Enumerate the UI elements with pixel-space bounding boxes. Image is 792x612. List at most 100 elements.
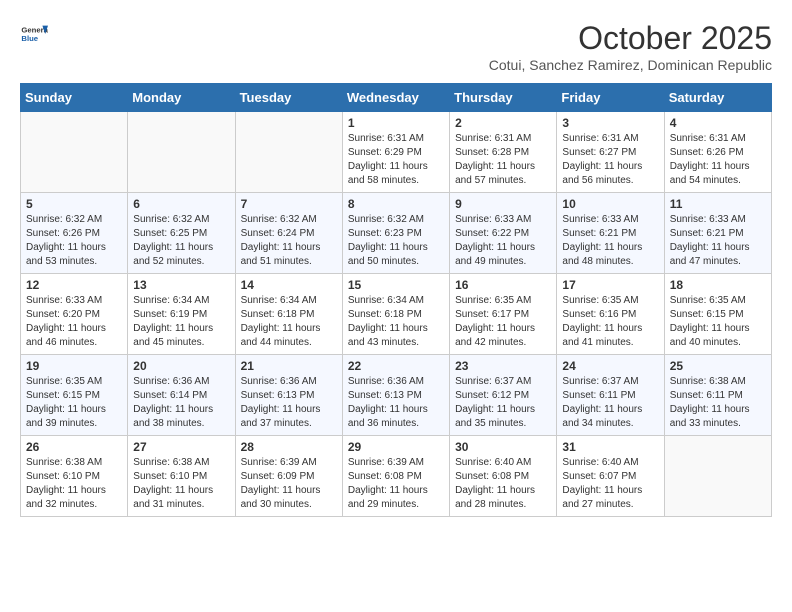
day-info: Sunrise: 6:38 AMSunset: 6:10 PMDaylight:… bbox=[133, 456, 229, 512]
day-number: 14 bbox=[241, 278, 337, 292]
logo: General Blue bbox=[20, 20, 48, 48]
day-info: Sunrise: 6:38 AMSunset: 6:11 PMDaylight:… bbox=[670, 375, 766, 431]
calendar-week-row: 26 Sunrise: 6:38 AMSunset: 6:10 PMDayligh… bbox=[21, 436, 772, 517]
calendar-cell: 1Sunrise: 6:31 AMSunset: 6:29 PMDaylight… bbox=[342, 112, 449, 193]
svg-text:Blue: Blue bbox=[21, 34, 38, 43]
weekday-header: Wednesday bbox=[342, 84, 449, 112]
day-number: 28 bbox=[241, 440, 337, 454]
calendar-cell: 18 Sunrise: 6:35 AMSunset: 6:15 PMDayligh… bbox=[664, 274, 771, 355]
logo-icon: General Blue bbox=[20, 20, 48, 48]
day-info: Sunrise: 6:31 AMSunset: 6:27 PMDaylight:… bbox=[562, 132, 658, 188]
day-number: 10 bbox=[562, 197, 658, 211]
calendar-cell: 19 Sunrise: 6:35 AMSunset: 6:15 PMDayligh… bbox=[21, 355, 128, 436]
day-info: Sunrise: 6:32 AMSunset: 6:24 PMDaylight:… bbox=[241, 213, 337, 269]
day-info: Sunrise: 6:32 AMSunset: 6:23 PMDaylight:… bbox=[348, 213, 444, 269]
day-info: Sunrise: 6:37 AMSunset: 6:11 PMDaylight:… bbox=[562, 375, 658, 431]
weekday-header: Saturday bbox=[664, 84, 771, 112]
day-info: Sunrise: 6:33 AMSunset: 6:22 PMDaylight:… bbox=[455, 213, 551, 269]
calendar-cell: 13 Sunrise: 6:34 AMSunset: 6:19 PMDayligh… bbox=[128, 274, 235, 355]
day-number: 17 bbox=[562, 278, 658, 292]
calendar-cell: 24 Sunrise: 6:37 AMSunset: 6:11 PMDayligh… bbox=[557, 355, 664, 436]
weekday-header: Friday bbox=[557, 84, 664, 112]
calendar-cell: 31 Sunrise: 6:40 AMSunset: 6:07 PMDayligh… bbox=[557, 436, 664, 517]
calendar-week-row: 1Sunrise: 6:31 AMSunset: 6:29 PMDaylight… bbox=[21, 112, 772, 193]
weekday-header: Sunday bbox=[21, 84, 128, 112]
calendar-cell: 20 Sunrise: 6:36 AMSunset: 6:14 PMDayligh… bbox=[128, 355, 235, 436]
day-number: 18 bbox=[670, 278, 766, 292]
calendar-cell: 22 Sunrise: 6:36 AMSunset: 6:13 PMDayligh… bbox=[342, 355, 449, 436]
calendar-cell: 25 Sunrise: 6:38 AMSunset: 6:11 PMDayligh… bbox=[664, 355, 771, 436]
day-info: Sunrise: 6:33 AMSunset: 6:21 PMDaylight:… bbox=[562, 213, 658, 269]
day-number: 22 bbox=[348, 359, 444, 373]
calendar-cell: 8 Sunrise: 6:32 AMSunset: 6:23 PMDaylight… bbox=[342, 193, 449, 274]
calendar-cell: 9Sunrise: 6:33 AMSunset: 6:22 PMDaylight… bbox=[450, 193, 557, 274]
calendar-cell: 28Sunrise: 6:39 AMSunset: 6:09 PMDayligh… bbox=[235, 436, 342, 517]
calendar-cell bbox=[21, 112, 128, 193]
month-title: October 2025 bbox=[489, 20, 772, 57]
day-number: 6 bbox=[133, 197, 229, 211]
page-header: General Blue October 2025 Cotui, Sanchez… bbox=[20, 20, 772, 73]
day-info: Sunrise: 6:31 AMSunset: 6:28 PMDaylight:… bbox=[455, 132, 551, 188]
calendar-cell: 11 Sunrise: 6:33 AMSunset: 6:21 PMDayligh… bbox=[664, 193, 771, 274]
day-number: 29 bbox=[348, 440, 444, 454]
day-number: 1 bbox=[348, 116, 444, 130]
day-number: 15 bbox=[348, 278, 444, 292]
day-info: Sunrise: 6:35 AMSunset: 6:15 PMDaylight:… bbox=[670, 294, 766, 350]
calendar-table: SundayMondayTuesdayWednesdayThursdayFrid… bbox=[20, 83, 772, 517]
calendar-cell bbox=[664, 436, 771, 517]
calendar-cell: 29Sunrise: 6:39 AMSunset: 6:08 PMDayligh… bbox=[342, 436, 449, 517]
weekday-header: Tuesday bbox=[235, 84, 342, 112]
day-number: 3 bbox=[562, 116, 658, 130]
calendar-cell: 21 Sunrise: 6:36 AMSunset: 6:13 PMDayligh… bbox=[235, 355, 342, 436]
calendar-cell: 15Sunrise: 6:34 AMSunset: 6:18 PMDayligh… bbox=[342, 274, 449, 355]
calendar-week-row: 5Sunrise: 6:32 AMSunset: 6:26 PMDaylight… bbox=[21, 193, 772, 274]
calendar-cell: 16Sunrise: 6:35 AMSunset: 6:17 PMDayligh… bbox=[450, 274, 557, 355]
calendar-cell: 10 Sunrise: 6:33 AMSunset: 6:21 PMDayligh… bbox=[557, 193, 664, 274]
location-subtitle: Cotui, Sanchez Ramirez, Dominican Republ… bbox=[489, 57, 772, 73]
day-info: Sunrise: 6:35 AMSunset: 6:15 PMDaylight:… bbox=[26, 375, 122, 431]
day-info: Sunrise: 6:33 AMSunset: 6:20 PMDaylight:… bbox=[26, 294, 122, 350]
calendar-cell bbox=[235, 112, 342, 193]
day-info: Sunrise: 6:32 AMSunset: 6:26 PMDaylight:… bbox=[26, 213, 122, 269]
day-number: 11 bbox=[670, 197, 766, 211]
calendar-cell: 6Sunrise: 6:32 AMSunset: 6:25 PMDaylight… bbox=[128, 193, 235, 274]
day-number: 25 bbox=[670, 359, 766, 373]
weekday-header: Monday bbox=[128, 84, 235, 112]
day-number: 19 bbox=[26, 359, 122, 373]
day-number: 8 bbox=[348, 197, 444, 211]
day-number: 20 bbox=[133, 359, 229, 373]
calendar-cell: 23Sunrise: 6:37 AMSunset: 6:12 PMDayligh… bbox=[450, 355, 557, 436]
day-info: Sunrise: 6:40 AMSunset: 6:08 PMDaylight:… bbox=[455, 456, 551, 512]
day-info: Sunrise: 6:35 AMSunset: 6:17 PMDaylight:… bbox=[455, 294, 551, 350]
day-info: Sunrise: 6:33 AMSunset: 6:21 PMDaylight:… bbox=[670, 213, 766, 269]
calendar-week-row: 12Sunrise: 6:33 AMSunset: 6:20 PMDayligh… bbox=[21, 274, 772, 355]
day-number: 4 bbox=[670, 116, 766, 130]
day-number: 24 bbox=[562, 359, 658, 373]
day-number: 26 bbox=[26, 440, 122, 454]
day-number: 2 bbox=[455, 116, 551, 130]
day-number: 7 bbox=[241, 197, 337, 211]
day-info: Sunrise: 6:36 AMSunset: 6:14 PMDaylight:… bbox=[133, 375, 229, 431]
calendar-cell: 12Sunrise: 6:33 AMSunset: 6:20 PMDayligh… bbox=[21, 274, 128, 355]
day-number: 27 bbox=[133, 440, 229, 454]
calendar-cell: 4 Sunrise: 6:31 AMSunset: 6:26 PMDaylight… bbox=[664, 112, 771, 193]
calendar-cell: 2 Sunrise: 6:31 AMSunset: 6:28 PMDaylight… bbox=[450, 112, 557, 193]
calendar-cell: 26Sunrise: 6:38 AMSunset: 6:10 PMDayligh… bbox=[21, 436, 128, 517]
calendar-week-row: 19 Sunrise: 6:35 AMSunset: 6:15 PMDayligh… bbox=[21, 355, 772, 436]
title-section: October 2025 Cotui, Sanchez Ramirez, Dom… bbox=[489, 20, 772, 73]
day-info: Sunrise: 6:40 AMSunset: 6:07 PMDaylight:… bbox=[562, 456, 658, 512]
day-number: 31 bbox=[562, 440, 658, 454]
day-number: 21 bbox=[241, 359, 337, 373]
day-number: 13 bbox=[133, 278, 229, 292]
calendar-cell: 27 Sunrise: 6:38 AMSunset: 6:10 PMDayligh… bbox=[128, 436, 235, 517]
calendar-header-row: SundayMondayTuesdayWednesdayThursdayFrid… bbox=[21, 84, 772, 112]
day-info: Sunrise: 6:34 AMSunset: 6:18 PMDaylight:… bbox=[241, 294, 337, 350]
weekday-header: Thursday bbox=[450, 84, 557, 112]
day-info: Sunrise: 6:36 AMSunset: 6:13 PMDaylight:… bbox=[348, 375, 444, 431]
day-number: 30 bbox=[455, 440, 551, 454]
day-info: Sunrise: 6:31 AMSunset: 6:26 PMDaylight:… bbox=[670, 132, 766, 188]
calendar-cell: 5Sunrise: 6:32 AMSunset: 6:26 PMDaylight… bbox=[21, 193, 128, 274]
day-info: Sunrise: 6:34 AMSunset: 6:19 PMDaylight:… bbox=[133, 294, 229, 350]
calendar-cell: 30 Sunrise: 6:40 AMSunset: 6:08 PMDayligh… bbox=[450, 436, 557, 517]
day-info: Sunrise: 6:36 AMSunset: 6:13 PMDaylight:… bbox=[241, 375, 337, 431]
